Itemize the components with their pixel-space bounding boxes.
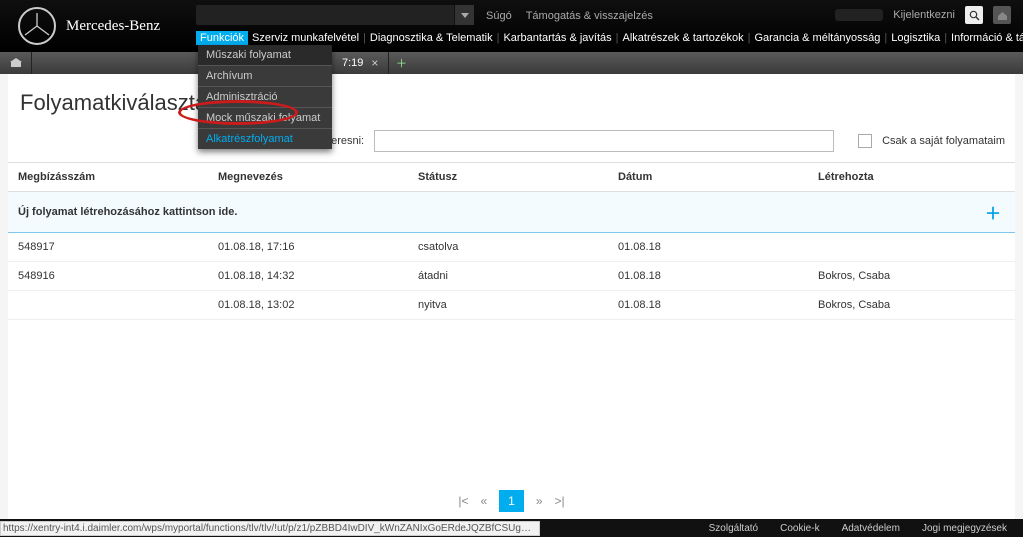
cell-name: 01.08.18, 17:16 bbox=[208, 233, 408, 262]
pager: |< « 1 » >| bbox=[8, 487, 1015, 515]
col-created[interactable]: Létrehozta bbox=[808, 163, 1015, 192]
col-status[interactable]: Státusz bbox=[408, 163, 608, 192]
global-search-input[interactable] bbox=[196, 9, 454, 21]
nav-alkatreszek[interactable]: Alkatrészek & tartozékok bbox=[623, 32, 744, 44]
tab-label: 7:19 bbox=[342, 57, 363, 69]
home-icon-button[interactable] bbox=[993, 6, 1011, 24]
footer-provider[interactable]: Szolgáltató bbox=[709, 523, 758, 534]
search-icon-button[interactable] bbox=[965, 6, 983, 24]
dd-alkatresz[interactable]: Alkatrészfolyamat bbox=[198, 128, 332, 149]
global-search[interactable] bbox=[196, 5, 474, 25]
cell-date: 01.08.18 bbox=[608, 233, 808, 262]
dd-muszaki[interactable]: Műszaki folyamat bbox=[198, 45, 332, 65]
nav-info[interactable]: Információ & támogatás bbox=[951, 32, 1023, 44]
nav-funkciok[interactable]: Funkciók bbox=[196, 31, 248, 45]
nav-szerviz[interactable]: Szerviz munkafelvétel bbox=[252, 32, 359, 44]
help-link[interactable]: Súgó bbox=[486, 10, 512, 22]
plus-icon[interactable]: ＋ bbox=[985, 206, 1001, 223]
dd-mock[interactable]: Mock műszaki folyamat bbox=[198, 107, 332, 128]
nav-logisztika[interactable]: Logisztika bbox=[891, 32, 940, 44]
home-tab[interactable] bbox=[0, 52, 32, 74]
process-table: Megbízásszám Megnevezés Státusz Dátum Lé… bbox=[8, 162, 1015, 320]
dd-archivum[interactable]: Archívum bbox=[198, 65, 332, 86]
cell-status: átadni bbox=[408, 262, 608, 291]
chevron-down-icon bbox=[461, 13, 469, 18]
nav-garancia[interactable]: Garancia & méltányosság bbox=[754, 32, 880, 44]
nav-diag[interactable]: Diagnosztika & Telematik bbox=[370, 32, 493, 44]
cell-order: 548917 bbox=[8, 233, 208, 262]
cell-order bbox=[8, 291, 208, 320]
pager-prev[interactable]: « bbox=[480, 494, 487, 508]
table-row[interactable]: 548916 01.08.18, 14:32 átadni 01.08.18 B… bbox=[8, 262, 1015, 291]
cell-date: 01.08.18 bbox=[608, 262, 808, 291]
tab-bar: 7:19 × ＋ bbox=[0, 52, 1023, 74]
add-tab-button[interactable]: ＋ bbox=[389, 52, 413, 74]
col-name[interactable]: Megnevezés bbox=[208, 163, 408, 192]
cell-created bbox=[808, 233, 1015, 262]
status-bar-url: https://xentry-int4.i.daimler.com/wps/my… bbox=[0, 521, 540, 536]
cell-created: Bokros, Csaba bbox=[808, 291, 1015, 320]
new-process-row[interactable]: Új folyamat létrehozásához kattintson id… bbox=[8, 192, 1015, 233]
page-title: Folyamatkiválasztás bbox=[8, 74, 1015, 124]
cell-status: csatolva bbox=[408, 233, 608, 262]
pager-next[interactable]: » bbox=[536, 494, 543, 508]
cell-order: 548916 bbox=[8, 262, 208, 291]
search-input[interactable] bbox=[374, 130, 834, 152]
global-search-dropdown[interactable] bbox=[454, 5, 474, 25]
mercedes-logo bbox=[18, 7, 56, 45]
nav-karbantartas[interactable]: Karbantartás & javítás bbox=[503, 32, 611, 44]
main-nav: Funkciók Szerviz munkafelvétel| Diagnosz… bbox=[196, 30, 1019, 46]
table-row[interactable]: 01.08.18, 13:02 nyitva 01.08.18 Bokros, … bbox=[8, 291, 1015, 320]
col-order[interactable]: Megbízásszám bbox=[8, 163, 208, 192]
footer-privacy[interactable]: Adatvédelem bbox=[842, 523, 900, 534]
pager-current[interactable]: 1 bbox=[499, 490, 524, 512]
footer-cookie[interactable]: Cookie-k bbox=[780, 523, 819, 534]
cell-date: 01.08.18 bbox=[608, 291, 808, 320]
dd-admin[interactable]: Adminisztráció bbox=[198, 86, 332, 107]
footer-legal[interactable]: Jogi megjegyzések bbox=[922, 523, 1007, 534]
cell-name: 01.08.18, 13:02 bbox=[208, 291, 408, 320]
new-process-label: Új folyamat létrehozásához kattintson id… bbox=[8, 192, 808, 233]
brand-name: Mercedes-Benz bbox=[66, 18, 160, 35]
pager-last[interactable]: >| bbox=[555, 494, 565, 508]
process-tab[interactable]: 7:19 × bbox=[332, 52, 389, 74]
close-icon[interactable]: × bbox=[371, 56, 378, 70]
cell-created: Bokros, Csaba bbox=[808, 262, 1015, 291]
only-mine-checkbox[interactable] bbox=[858, 134, 872, 148]
pager-first[interactable]: |< bbox=[458, 494, 468, 508]
cell-status: nyitva bbox=[408, 291, 608, 320]
only-mine-label: Csak a saját folyamataim bbox=[882, 135, 1005, 147]
col-date[interactable]: Dátum bbox=[608, 163, 808, 192]
user-badge bbox=[835, 9, 883, 21]
logout-link[interactable]: Kijelentkezni bbox=[893, 9, 955, 21]
cell-name: 01.08.18, 14:32 bbox=[208, 262, 408, 291]
support-link[interactable]: Támogatás & visszajelzés bbox=[526, 10, 653, 22]
funkciok-dropdown: Műszaki folyamat Archívum Adminisztráció… bbox=[198, 45, 332, 149]
table-row[interactable]: 548917 01.08.18, 17:16 csatolva 01.08.18 bbox=[8, 233, 1015, 262]
